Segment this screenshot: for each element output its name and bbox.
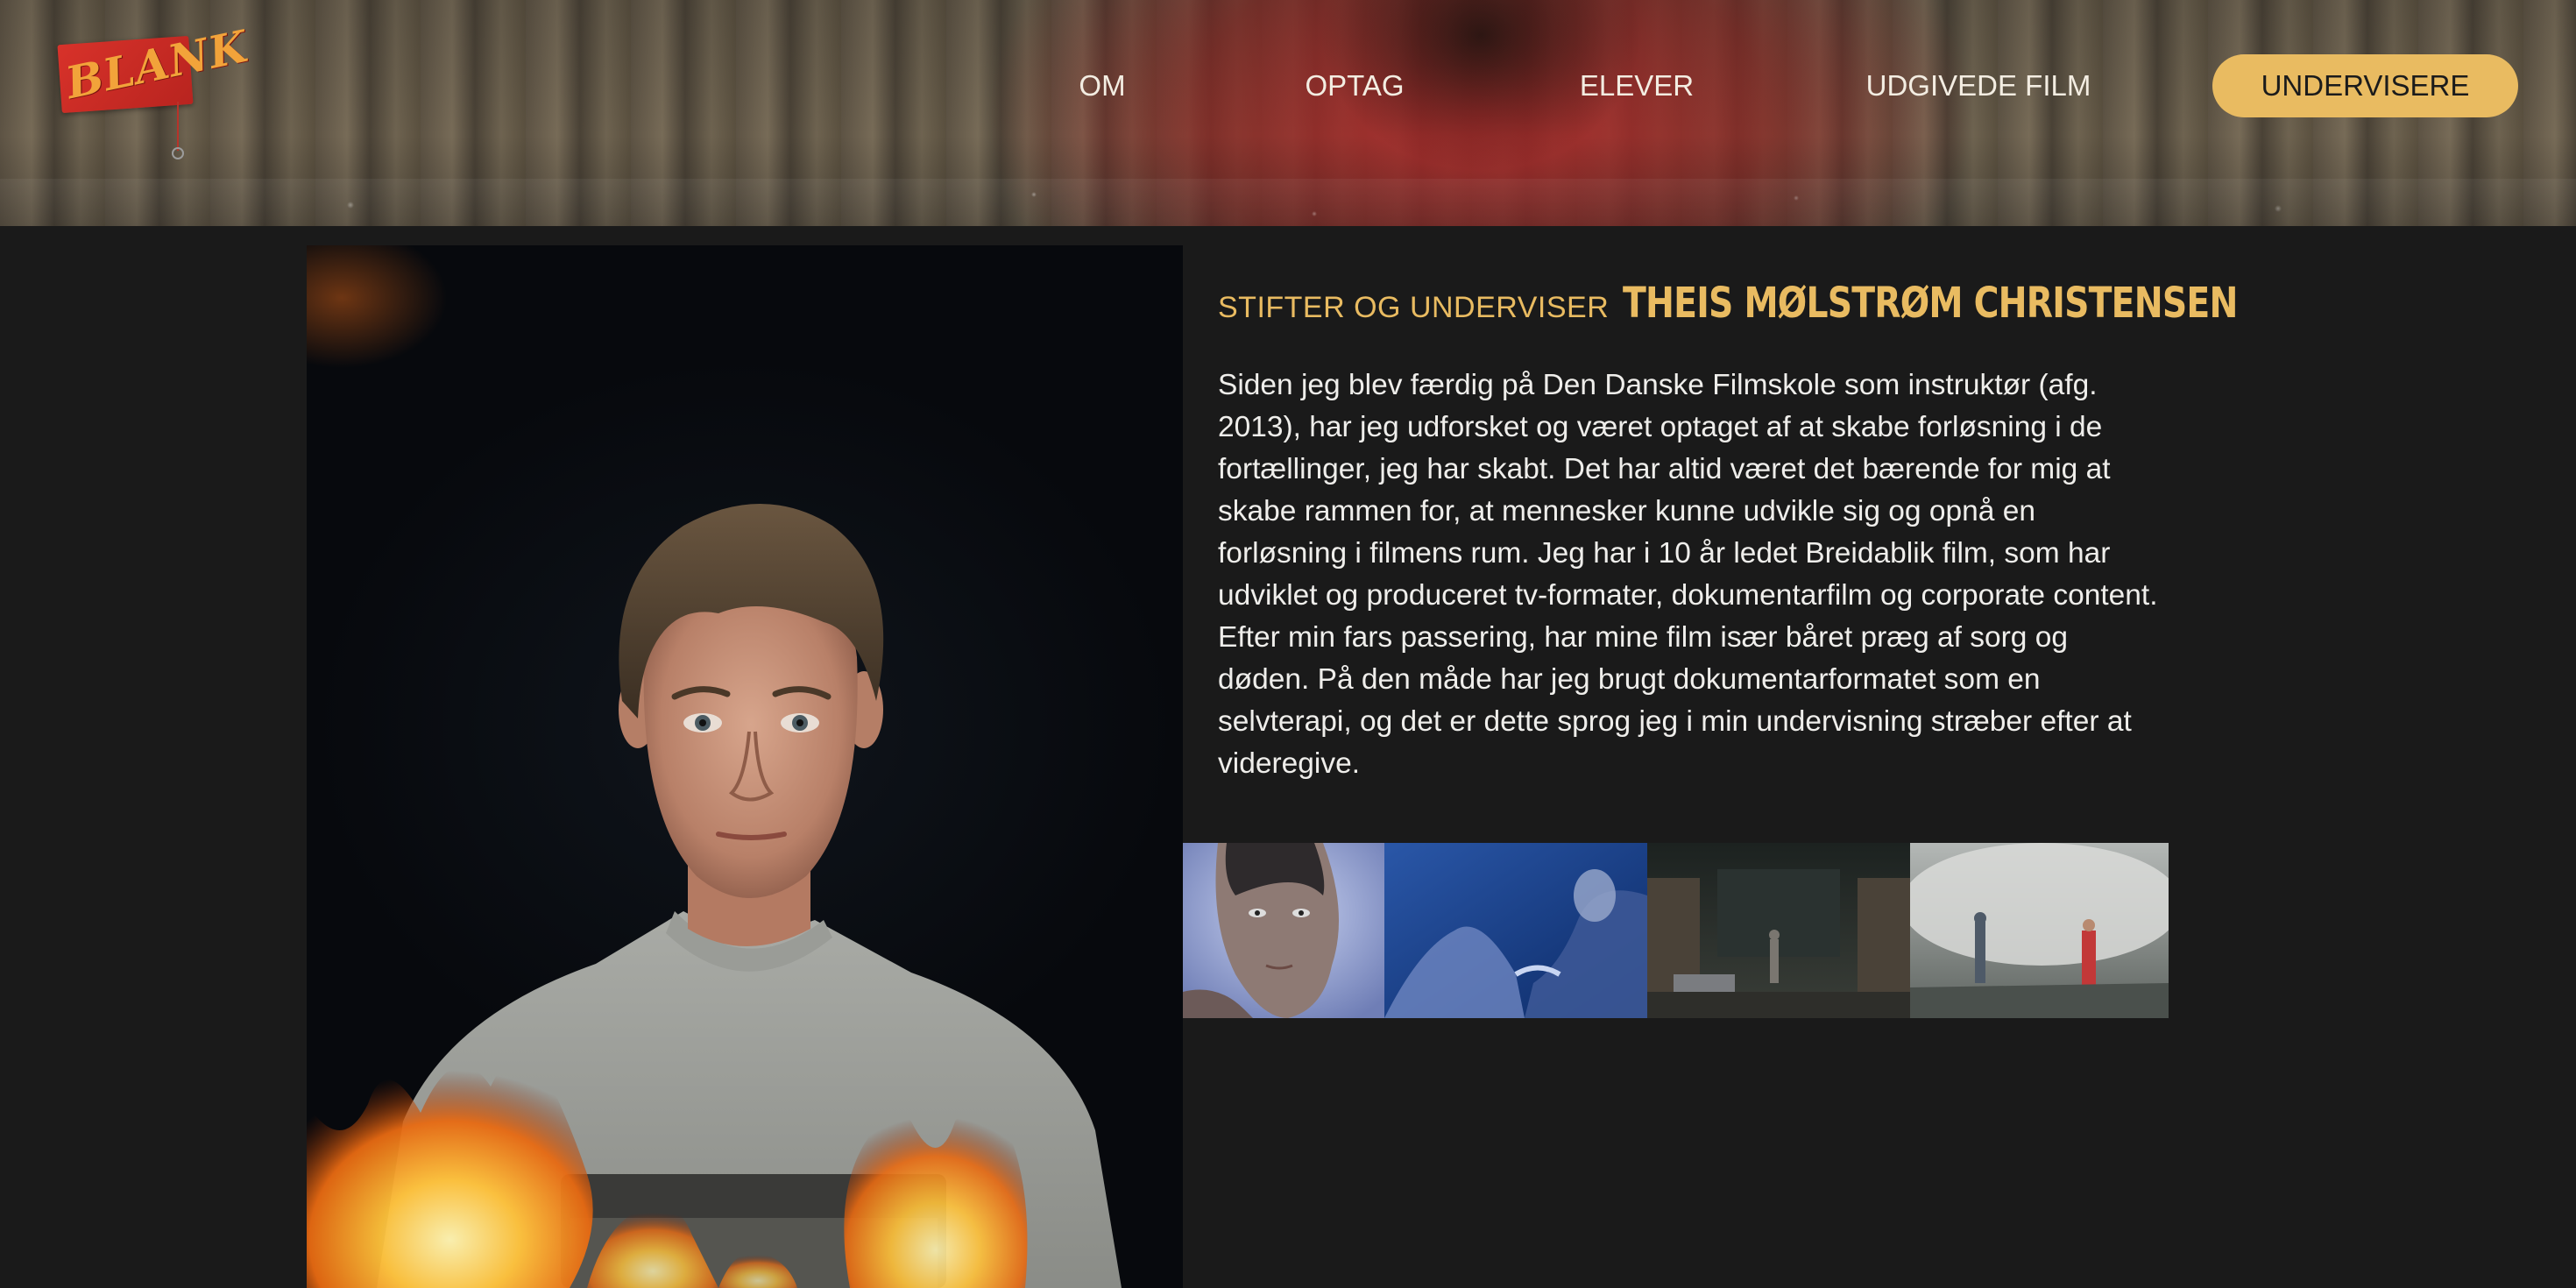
header-strip bbox=[0, 179, 2576, 226]
undervisere-button[interactable]: UNDERVISERE bbox=[2212, 54, 2518, 117]
nav-item-optag[interactable]: OPTAG bbox=[1297, 54, 1412, 117]
profile-role: STIFTER OG UNDERVISER bbox=[1218, 291, 1610, 324]
nav-item-elever[interactable]: ELEVER bbox=[1575, 54, 1698, 117]
film-still-underwater[interactable] bbox=[1384, 843, 1647, 1018]
portrait-illustration bbox=[307, 245, 1122, 1288]
portrait-photo bbox=[307, 245, 1183, 1288]
profile-heading: STIFTER OG UNDERVISER THEIS MØLSTRØM CHR… bbox=[1218, 279, 2239, 328]
nav-item-om[interactable]: OM bbox=[1067, 54, 1137, 117]
film-still-portrait[interactable] bbox=[1183, 843, 1384, 1018]
logo-tag bbox=[172, 147, 184, 159]
profile-bio: STIFTER OG UNDERVISER THEIS MØLSTRØM CHR… bbox=[1218, 279, 2239, 815]
profile-bio-text: Siden jeg blev færdig på Den Danske Film… bbox=[1218, 369, 2158, 780]
nav-item-udgivede-film[interactable]: UDGIVEDE FILM bbox=[1865, 54, 2092, 117]
profile-name: THEIS MØLSTRØM CHRISTENSEN bbox=[1623, 279, 2238, 328]
film-still-warehouse[interactable] bbox=[1647, 843, 1910, 1018]
film-still-smoke[interactable] bbox=[1910, 843, 2169, 1018]
main-nav: OM OPTAG ELEVER UDGIVEDE FILM UNDERVISER… bbox=[0, 54, 2576, 117]
hero-header: BLANK OM OPTAG ELEVER UDGIVEDE FILM UNDE… bbox=[0, 0, 2576, 226]
film-stills bbox=[1183, 843, 2169, 1018]
